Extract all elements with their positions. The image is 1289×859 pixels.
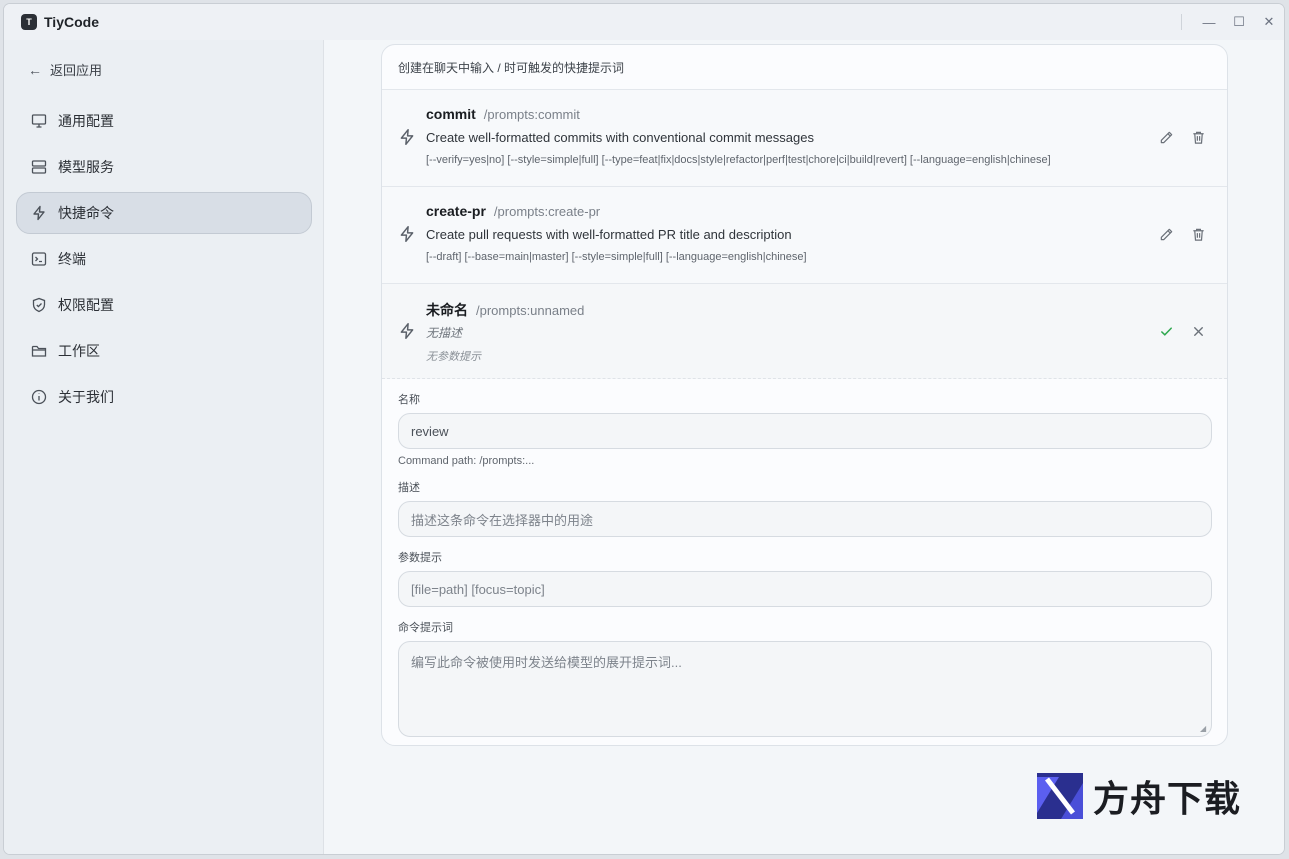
main-content: 创建在聊天中输入 / 时可触发的快捷提示词 commit /prompts:co… [324,40,1284,854]
maximize-button[interactable]: ☐ [1224,4,1254,40]
close-button[interactable]: ✕ [1254,4,1284,40]
sidebar-item-workspace[interactable]: 工作区 [16,330,312,372]
monitor-icon [30,112,48,130]
command-name: create-pr [426,203,486,219]
command-name: 未命名 [426,302,468,318]
close-icon[interactable] [1189,322,1207,340]
command-row[interactable]: create-pr /prompts:create-pr Create pull… [382,187,1227,284]
sidebar-item-label: 终端 [58,251,86,267]
check-icon[interactable] [1157,322,1175,340]
command-description: Create pull requests with well-formatted… [426,227,792,242]
command-actions [1157,128,1207,146]
command-args: [--draft] [--base=main|master] [--style=… [426,251,807,263]
minimize-button[interactable]: — [1194,4,1224,40]
name-input[interactable]: review [398,413,1212,449]
description-label: 描述 [398,482,420,494]
watermark: 方舟下载 [1037,770,1241,822]
sidebar-item-label: 通用配置 [58,113,114,129]
args-label: 参数提示 [398,552,442,564]
command-args: 无参数提示 [426,351,481,363]
window-controls-divider [1181,14,1182,30]
terminal-icon [30,250,48,268]
sidebar-item-general[interactable]: 通用配置 [16,100,312,142]
title-bar: T TiyCode — ☐ ✕ [4,4,1284,40]
trash-icon[interactable] [1189,128,1207,146]
sidebar-item-models[interactable]: 模型服务 [16,146,312,188]
command-path-hint: Command path: /prompts:... [398,455,535,467]
sidebar-item-permissions[interactable]: 权限配置 [16,284,312,326]
app-window: T TiyCode — ☐ ✕ ← 返回应用 通用配置 模型服务 快捷命令 终端… [3,3,1285,855]
sidebar-item-about[interactable]: 关于我们 [16,376,312,418]
command-title-line: create-pr /prompts:create-pr [426,203,600,219]
watermark-text: 方舟下载 [1093,779,1242,820]
card-description: 创建在聊天中输入 / 时可触发的快捷提示词 [382,45,1227,90]
command-actions [1157,322,1207,340]
description-input[interactable]: 描述这条命令在选择器中的用途 [398,501,1212,537]
command-title-line: 未命名 /prompts:unnamed [426,300,584,320]
watermark-logo-icon [1037,773,1083,819]
trash-icon[interactable] [1189,225,1207,243]
command-path: /prompts:unnamed [476,303,585,318]
arrow-left-icon: ← [28,61,42,78]
command-path: /prompts:create-pr [493,204,601,219]
sidebar-item-terminal[interactable]: 终端 [16,238,312,280]
shield-icon [30,296,48,314]
name-label: 名称 [398,394,420,406]
settings-nav: 通用配置 模型服务 快捷命令 终端 权限配置 工作区 关于我们 [16,100,312,422]
command-row-editing[interactable]: 未命名 /prompts:unnamed 无描述 无参数提示 [382,284,1227,379]
command-description: Create well-formatted commits with conve… [426,130,814,145]
bolt-icon [398,322,416,340]
commands-card: 创建在聊天中输入 / 时可触发的快捷提示词 commit /prompts:co… [381,44,1228,746]
sidebar-item-label: 关于我们 [58,389,114,405]
bolt-icon [30,204,48,222]
edit-icon[interactable] [1157,128,1175,146]
edit-icon[interactable] [1157,225,1175,243]
command-edit-form: 名称 review Command path: /prompts:... 描述 … [382,391,1227,737]
app-title: TiyCode [44,14,99,30]
prompt-label: 命令提示词 [398,622,453,634]
sidebar: ← 返回应用 通用配置 模型服务 快捷命令 终端 权限配置 工作区 关于我们 [4,40,324,854]
command-row[interactable]: commit /prompts:commit Create well-forma… [382,90,1227,187]
sidebar-item-label: 工作区 [58,343,100,359]
command-path: /prompts:commit [483,107,580,122]
back-label: 返回应用 [50,63,103,78]
back-to-app-link[interactable]: ← 返回应用 [28,60,102,79]
sidebar-item-label: 快捷命令 [58,205,114,221]
sidebar-item-commands[interactable]: 快捷命令 [16,192,312,234]
sidebar-item-label: 权限配置 [58,297,114,313]
command-args: [--verify=yes|no] [--style=simple|full] … [426,154,1051,166]
prompt-placeholder: 编写此命令被使用时发送给模型的展开提示词... [411,655,682,670]
sidebar-item-label: 模型服务 [58,159,114,175]
command-description: 无描述 [426,326,463,340]
server-icon [30,158,48,176]
resize-grip-icon[interactable]: ◢ [1200,725,1208,733]
command-actions [1157,225,1207,243]
command-name: commit [426,106,476,122]
bolt-icon [398,128,416,146]
window-controls: — ☐ ✕ [1181,4,1284,40]
info-icon [30,388,48,406]
args-input[interactable]: [file=path] [focus=topic] [398,571,1212,607]
folder-icon [30,342,48,360]
app-logo-icon: T [21,14,37,30]
prompt-textarea[interactable]: 编写此命令被使用时发送给模型的展开提示词... ◢ [398,641,1212,737]
command-title-line: commit /prompts:commit [426,106,580,122]
bolt-icon [398,225,416,243]
